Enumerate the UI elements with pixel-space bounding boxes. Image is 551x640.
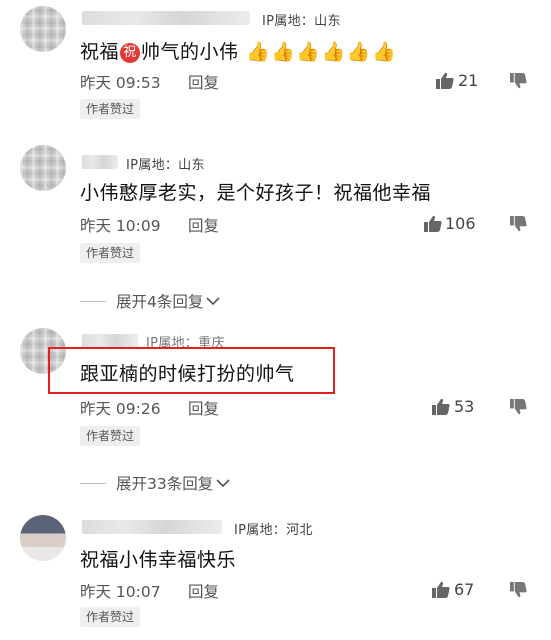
expand-replies-label: 展开33条回复	[116, 475, 214, 493]
username-blurred[interactable]	[82, 11, 250, 25]
thumb-down-icon[interactable]	[510, 73, 527, 89]
author-liked-badge: 作者赞过	[80, 426, 141, 446]
thumb-down-icon[interactable]	[510, 582, 527, 598]
divider	[80, 300, 106, 302]
thumbs-up-emoji-icon: 👍	[346, 41, 371, 63]
expand-replies-label: 展开4条回复	[116, 293, 204, 311]
comment-time: 昨天 09:53	[80, 74, 161, 92]
reply-button[interactable]: 回复	[188, 71, 219, 93]
like-count: 21	[458, 71, 479, 90]
thumb-up-icon[interactable]	[432, 581, 450, 598]
chevron-down-icon	[206, 297, 220, 306]
avatar[interactable]	[20, 145, 66, 191]
comment-time: 昨天 10:07	[80, 583, 161, 601]
author-liked-badge: 作者赞过	[80, 607, 141, 627]
comment-time: 昨天 10:09	[80, 217, 161, 235]
thumb-down-icon[interactable]	[510, 399, 527, 415]
comment-time: 昨天 09:26	[80, 400, 161, 418]
like-count: 53	[454, 397, 475, 416]
like-count: 67	[454, 580, 475, 599]
expand-replies-button[interactable]: 展开33条回复	[80, 472, 230, 494]
author-liked-badge: 作者赞过	[80, 99, 141, 119]
thumb-up-icon[interactable]	[436, 72, 454, 89]
thumb-down-icon[interactable]	[510, 216, 527, 232]
reply-button[interactable]: 回复	[188, 397, 219, 419]
username-blurred[interactable]	[82, 155, 118, 169]
thumb-up-icon[interactable]	[424, 215, 442, 232]
thumbs-up-emoji-icon: 👍	[271, 41, 296, 63]
author-liked-badge: 作者赞过	[80, 243, 141, 263]
divider	[80, 482, 106, 484]
thumbs-up-emoji-icon: 👍	[296, 41, 321, 63]
username-blurred[interactable]	[82, 520, 222, 534]
comment-text: 祝福小伟幸福快乐	[80, 549, 237, 571]
expand-replies-button[interactable]: 展开4条回复	[80, 290, 220, 312]
comment-text: 祝福祝帅气的小伟 👍👍👍👍👍👍	[80, 41, 397, 63]
thumb-up-icon[interactable]	[432, 398, 450, 415]
avatar[interactable]	[20, 515, 66, 561]
thumbs-up-emoji-icon: 👍	[321, 41, 346, 63]
thumbs-up-emoji-icon: 👍	[246, 41, 271, 63]
like-count: 106	[445, 214, 476, 233]
thumbs-up-emoji-icon: 👍	[371, 41, 397, 63]
chevron-down-icon	[216, 479, 230, 488]
avatar[interactable]	[20, 6, 66, 52]
username-blurred[interactable]	[82, 334, 138, 348]
reply-button[interactable]: 回复	[188, 580, 219, 602]
ip-location: IP属地：山东	[262, 14, 341, 29]
ip-location: IP属地：河北	[234, 523, 313, 538]
highlight-box	[48, 347, 335, 394]
comment-text: 小伟憨厚老实，是个好孩子！祝福他幸福	[80, 182, 432, 204]
reply-button[interactable]: 回复	[188, 214, 219, 236]
ip-location: IP属地：山东	[126, 158, 205, 173]
zhu-emoji-icon: 祝	[120, 43, 141, 63]
